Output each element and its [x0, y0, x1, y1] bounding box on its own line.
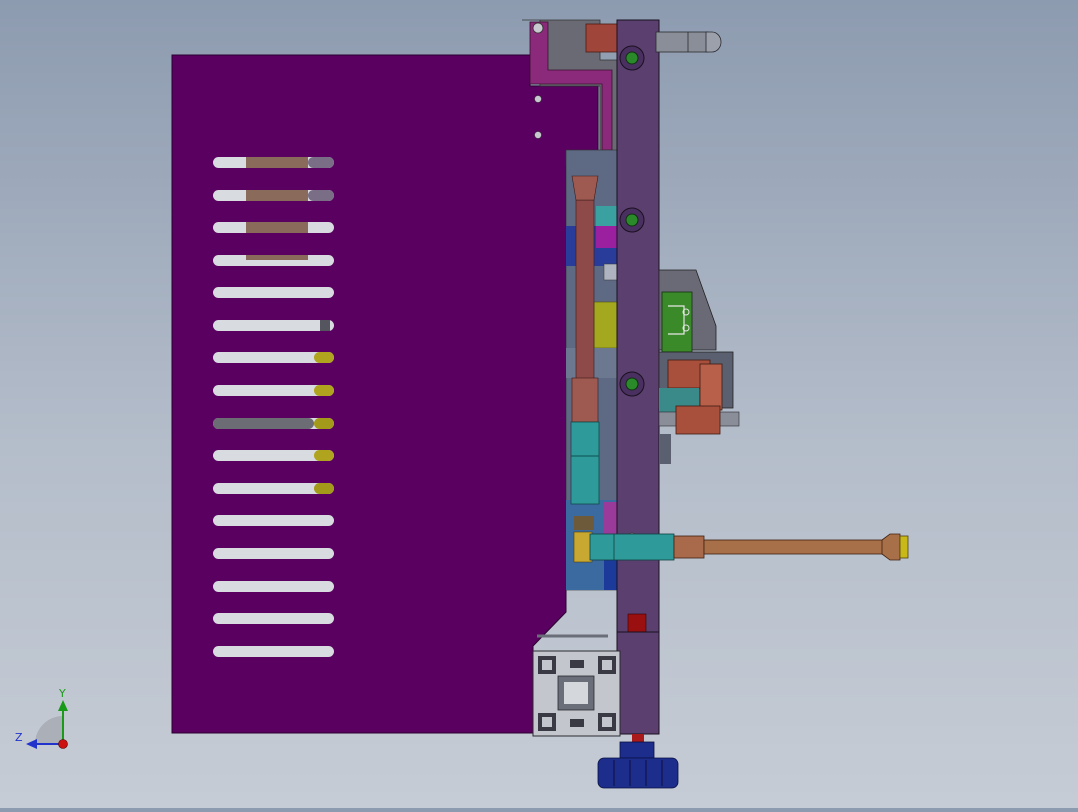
internal-mechanism[interactable] — [565, 149, 619, 591]
triad-z-label: Z — [15, 731, 23, 744]
cad-viewport[interactable]: Y Z — [0, 0, 1078, 808]
plate-bolt-hole — [619, 371, 645, 397]
vent-slot — [213, 548, 334, 559]
plate-bolt-hole — [619, 45, 645, 71]
rod-end-cap — [899, 535, 909, 559]
horizontal-rod[interactable] — [589, 533, 909, 561]
vent-slot — [213, 515, 334, 526]
vent-slot — [213, 613, 334, 624]
teal-cylinder — [570, 421, 600, 505]
plate-bolt-hole — [619, 207, 645, 233]
vent-slot — [213, 352, 334, 363]
green-circuit-board — [661, 291, 693, 353]
vent-slot — [213, 385, 334, 396]
assembly-drawing — [26, 19, 909, 789]
red-indicator — [627, 613, 647, 633]
panel-hole — [534, 95, 542, 103]
top-pin[interactable] — [655, 31, 722, 53]
vertical-mounting-plate[interactable] — [616, 19, 660, 735]
vent-slot — [213, 483, 334, 494]
top-clamp-block — [585, 23, 621, 53]
vent-slot — [213, 157, 334, 168]
side-actuator-assembly[interactable] — [658, 269, 740, 464]
panel-hole — [534, 131, 542, 139]
vent-slot — [213, 255, 334, 266]
aluminum-extrusion-profile[interactable] — [532, 634, 621, 737]
vent-slot — [213, 287, 334, 298]
vent-slot — [213, 450, 334, 461]
triad-y-label: Y — [59, 687, 66, 700]
orientation-triad[interactable] — [26, 700, 68, 749]
olive-bushing — [593, 301, 619, 349]
vertical-rod — [575, 199, 595, 381]
brass-fitting — [573, 531, 593, 563]
vent-slot — [213, 320, 334, 331]
x-axis-dot — [58, 739, 68, 749]
vent-slot — [213, 646, 334, 657]
vent-slot — [213, 222, 334, 233]
vent-slot — [213, 581, 334, 592]
adjustment-knob[interactable] — [597, 734, 679, 789]
vent-slot — [213, 190, 334, 201]
vent-slot — [213, 418, 334, 429]
